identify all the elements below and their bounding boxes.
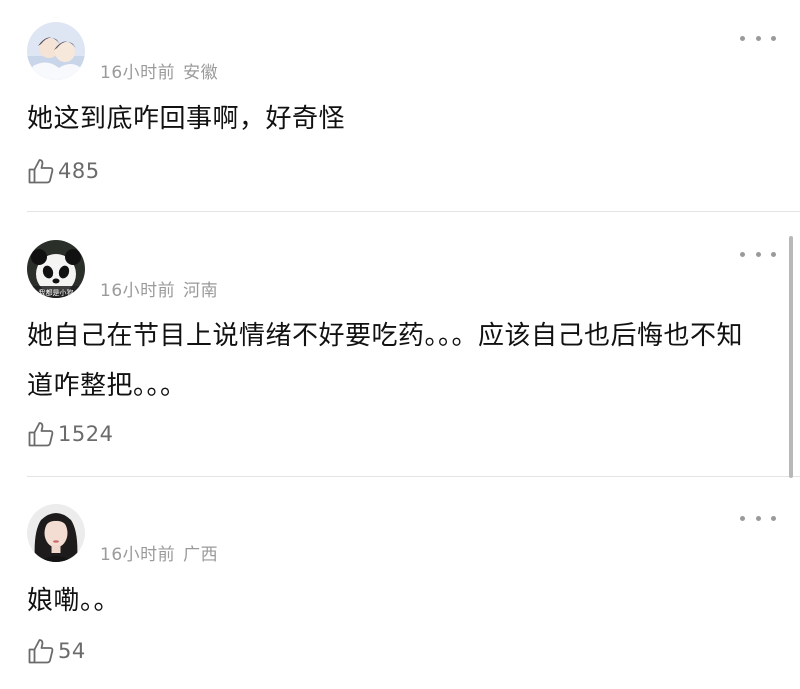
comment-meta: 16小时前 河南 (100, 276, 218, 301)
more-options-button[interactable] (740, 247, 776, 261)
like-count: 485 (58, 159, 100, 183)
scrollbar[interactable] (789, 236, 793, 478)
dot (771, 35, 776, 41)
more-options-button[interactable] (740, 511, 776, 525)
comment-time: 16小时前 (100, 63, 176, 83)
dot (771, 515, 776, 521)
comment-text: 她自己在节目上说情绪不好要吃药。。。应该自己也后悔也不知道咋整把。。。 (27, 321, 744, 401)
woman-portrait-avatar-icon (27, 504, 85, 562)
dot (755, 35, 761, 41)
comment-location: 安徽 (183, 63, 219, 83)
like-button[interactable]: 54 (27, 637, 86, 665)
avatar[interactable]: 我都是小狗 (27, 240, 85, 298)
anime-couple-avatar-icon (27, 22, 85, 80)
comment-text: 她这到底咋回事啊，好奇怪 (27, 104, 346, 134)
avatar-caption: 我都是小狗 (39, 288, 74, 297)
panda-avatar-icon: 我都是小狗 (27, 240, 85, 298)
like-count: 1524 (58, 422, 114, 446)
dot (740, 515, 745, 521)
comment-time: 16小时前 (100, 281, 176, 301)
dot (771, 251, 776, 257)
like-button[interactable]: 1524 (27, 420, 113, 448)
comment-item: 16小时前 安徽 她这到底咋回事啊，好奇怪 485 (0, 0, 800, 212)
comment-meta: 16小时前 安徽 (100, 58, 218, 83)
avatar[interactable] (27, 504, 85, 562)
thumbs-up-icon (28, 159, 54, 184)
dot (740, 35, 745, 41)
comment-text: 娘嘞。。 (27, 586, 121, 616)
more-options-button[interactable] (740, 31, 776, 45)
dot (740, 251, 745, 257)
comment-meta: 16小时前 广西 (100, 540, 218, 565)
avatar[interactable] (27, 22, 85, 80)
dot (755, 515, 761, 521)
thumbs-up-icon (28, 639, 54, 664)
comment-location: 河南 (183, 281, 219, 301)
thumbs-up-icon (28, 422, 54, 447)
comment-item: 16小时前 广西 娘嘞。。 54 (0, 477, 800, 689)
comment-location: 广西 (183, 545, 219, 565)
dot (755, 251, 761, 257)
like-count: 54 (58, 639, 86, 663)
comment-item: 我都是小狗 16小时前 河南 她自己在节目上说情绪不好要吃药。。。应该自己也后悔也… (0, 212, 800, 477)
comment-time: 16小时前 (100, 545, 176, 565)
like-button[interactable]: 485 (27, 157, 100, 185)
